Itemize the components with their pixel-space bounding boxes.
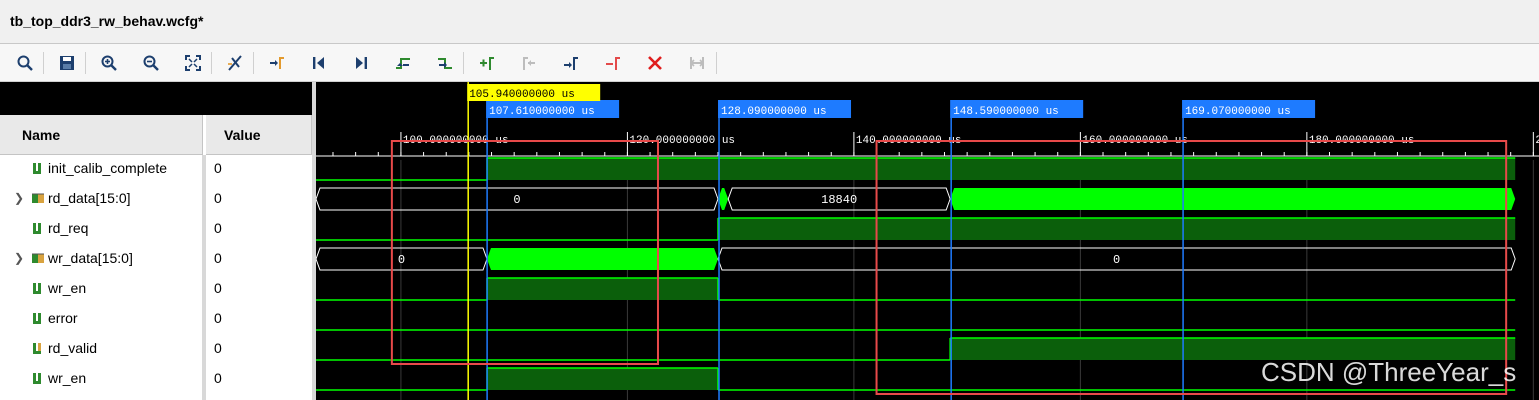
zoom-out-icon[interactable] xyxy=(138,51,164,75)
signal-value: 0 xyxy=(214,370,222,386)
signal-name: rd_data[15:0] xyxy=(48,190,131,206)
previous-transition-icon[interactable] xyxy=(390,51,416,75)
cursor-scissors-icon[interactable] xyxy=(222,51,248,75)
signal-names-panel: Name Value init_calib_complete 0 ❯ rd_data[… xyxy=(0,82,316,400)
signal-name: wr_en xyxy=(48,280,87,296)
zoom-in-icon[interactable] xyxy=(96,51,122,75)
go-to-cursor-icon[interactable] xyxy=(264,51,290,75)
signal-value: 0 xyxy=(214,280,222,296)
bus-value-label: 18840 xyxy=(821,193,857,207)
signal-row[interactable]: error 0 xyxy=(0,304,312,334)
signal-name: error xyxy=(48,310,78,326)
signal-name: rd_req xyxy=(48,220,89,236)
wave-high-fill xyxy=(718,218,1516,240)
logic-signal-icon xyxy=(32,372,45,385)
wave-high-fill xyxy=(486,158,1516,180)
bus-value-label: 0 xyxy=(513,193,520,207)
save-icon[interactable] xyxy=(54,51,80,75)
bus-signal-icon xyxy=(32,252,45,265)
signal-row[interactable]: wr_en 0 xyxy=(0,274,312,304)
logic-signal-icon xyxy=(32,282,45,295)
signal-value: 0 xyxy=(214,250,222,266)
ruler-tick-label: 200.000000 xyxy=(1535,135,1539,147)
add-marker-icon[interactable] xyxy=(474,51,500,75)
marker-label: 169.070000000 us xyxy=(1185,106,1291,118)
watermark: CSDN @ThreeYear_s xyxy=(1261,357,1517,387)
signal-row[interactable]: ❯ wr_data[15:0] 0 xyxy=(0,244,312,274)
signal-row[interactable]: init_calib_complete 0 xyxy=(0,154,312,184)
value-header-label: Value xyxy=(224,126,261,143)
marker-label: 107.610000000 us xyxy=(489,106,595,118)
signal-row[interactable]: rd_valid 0 xyxy=(0,334,312,364)
name-column-header[interactable]: Name xyxy=(0,115,203,155)
wave-high-fill xyxy=(486,368,719,390)
marker-label: 148.590000000 us xyxy=(953,106,1059,118)
bus-signal-icon xyxy=(32,192,45,205)
chevron-right-icon[interactable]: ❯ xyxy=(14,191,24,205)
signal-value: 0 xyxy=(214,190,222,206)
file-tab-title[interactable]: tb_top_ddr3_rw_behav.wcfg* xyxy=(10,13,203,29)
signal-value: 0 xyxy=(214,310,222,326)
signal-row[interactable]: rd_req 0 xyxy=(0,214,312,244)
next-marker-icon[interactable] xyxy=(558,51,584,75)
snap-icon[interactable] xyxy=(684,51,710,75)
main-cursor-label: 105.940000000 us xyxy=(469,89,575,101)
waveform-viewer[interactable]: 100.000000000 us 120.000000000 us 140.0000… xyxy=(316,82,1539,400)
signal-name: rd_valid xyxy=(48,340,98,356)
waveform-toolbar xyxy=(0,44,1539,82)
delete-icon[interactable] xyxy=(642,51,668,75)
title-bar: tb_top_ddr3_rw_behav.wcfg* xyxy=(0,0,1539,44)
signal-name: init_calib_complete xyxy=(48,160,168,176)
signal-row[interactable]: ❯ rd_data[15:0] 0 xyxy=(0,184,312,214)
signal-value: 0 xyxy=(214,220,222,236)
signal-name: wr_en xyxy=(48,370,87,386)
previous-marker-icon[interactable] xyxy=(516,51,542,75)
marker-label: 128.090000000 us xyxy=(721,106,827,118)
bus-value-label: 0 xyxy=(1113,253,1120,267)
value-column-header[interactable]: Value xyxy=(206,115,312,155)
logic-signal-icon xyxy=(32,312,45,325)
bus-busy-segment xyxy=(950,188,1516,210)
waveform-canvas[interactable]: 100.000000000 us 120.000000000 us 140.0000… xyxy=(316,82,1539,400)
signal-row[interactable]: wr_en 0 xyxy=(0,364,312,394)
go-to-start-icon[interactable] xyxy=(306,51,332,75)
bus-busy-segment xyxy=(486,248,719,270)
search-icon[interactable] xyxy=(12,51,38,75)
bus-value-label: 0 xyxy=(398,253,405,267)
swap-cursors-icon[interactable] xyxy=(600,51,626,75)
wave-high-fill xyxy=(486,278,719,300)
signal-value: 0 xyxy=(214,160,222,176)
chevron-right-icon[interactable]: ❯ xyxy=(14,251,24,265)
signal-name: wr_data[15:0] xyxy=(48,250,133,266)
next-transition-icon[interactable] xyxy=(432,51,458,75)
name-header-label: Name xyxy=(22,126,61,143)
go-to-end-icon[interactable] xyxy=(348,51,374,75)
logic-signal-icon xyxy=(32,342,45,355)
zoom-fit-icon[interactable] xyxy=(180,51,206,75)
logic-signal-icon xyxy=(32,162,45,175)
signal-value: 0 xyxy=(214,340,222,356)
logic-signal-icon xyxy=(32,222,45,235)
